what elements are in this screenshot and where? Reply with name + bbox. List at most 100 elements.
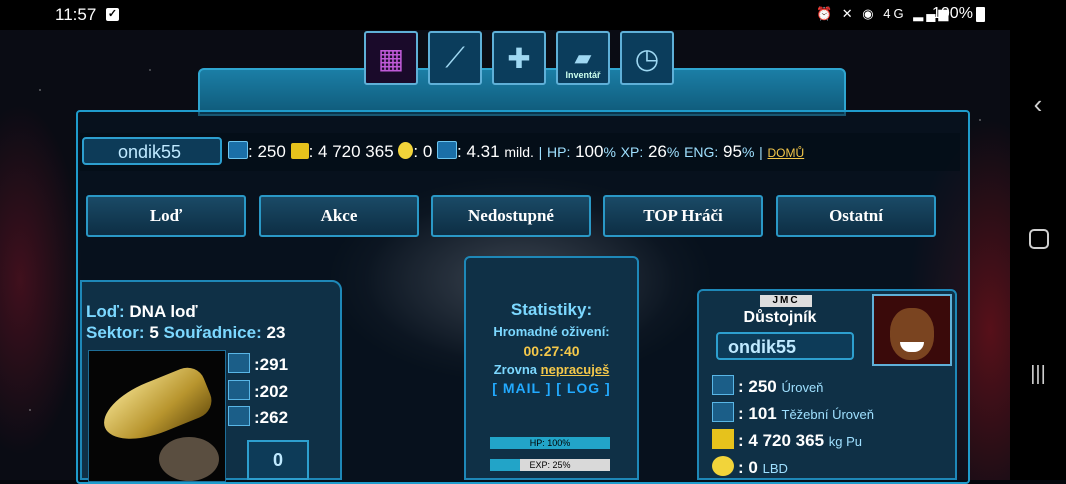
recents-icon[interactable]: ||| bbox=[1024, 360, 1052, 388]
log-link[interactable]: [ LOG ] bbox=[556, 380, 610, 396]
profile-name: ondik55 bbox=[728, 337, 797, 357]
revive-label: Hromadné oživení: bbox=[493, 324, 610, 339]
home-icon[interactable] bbox=[1029, 229, 1049, 249]
sector-value: 5 bbox=[149, 323, 159, 342]
card-icon: ▰ bbox=[574, 45, 592, 70]
percent: % bbox=[603, 144, 616, 160]
rank-title: Důstojník bbox=[743, 309, 817, 326]
exp-bar: EXP: 25% bbox=[490, 459, 610, 471]
mining-button[interactable]: ⟋ bbox=[428, 31, 482, 85]
profile-lbd: 0 bbox=[748, 458, 758, 477]
home-link[interactable]: DOMŮ bbox=[768, 146, 805, 160]
plus-icon: ✚ bbox=[507, 42, 531, 74]
coin-icon bbox=[712, 456, 734, 476]
corp-badge: JMC bbox=[760, 295, 812, 307]
zrovna-text: Zrovna bbox=[493, 362, 538, 377]
profile-name-box[interactable]: ondik55 bbox=[716, 332, 854, 360]
map-button[interactable]: ▦ bbox=[364, 31, 418, 85]
mild-unit: mild. bbox=[504, 144, 534, 160]
work-link[interactable]: nepracuješ bbox=[541, 362, 610, 377]
level-icon bbox=[228, 141, 248, 159]
cargo-box[interactable]: 0 bbox=[247, 440, 309, 480]
radiation-icon bbox=[290, 143, 309, 159]
mail-log-links: [ MAIL ] [ LOG ] bbox=[464, 380, 639, 396]
profile-level-unit: Úroveň bbox=[781, 380, 824, 395]
eng-label: ENG: bbox=[684, 144, 719, 160]
player-name: ondik55 bbox=[118, 142, 182, 162]
shield-icon bbox=[228, 380, 250, 400]
defense-stat: :202 bbox=[228, 380, 288, 402]
triangle-icon bbox=[437, 141, 458, 159]
speed-stat: :262 bbox=[228, 406, 288, 428]
profile-lbd-row: : 0 LBD bbox=[712, 456, 788, 478]
hud-coins: 0 bbox=[422, 142, 433, 161]
battery-percent: 100% bbox=[932, 5, 973, 22]
drill-icon bbox=[712, 402, 734, 422]
weapon-icon bbox=[228, 353, 250, 373]
upgrade-button[interactable]: ✚ bbox=[492, 31, 546, 85]
avatar[interactable] bbox=[872, 294, 952, 366]
profile-mining: 101 bbox=[748, 404, 777, 423]
profile-lbd-unit: LBD bbox=[762, 461, 788, 476]
android-nav-bar: ‹ ||| bbox=[1010, 30, 1066, 480]
work-status: Zrovna nepracuješ bbox=[464, 362, 639, 377]
profile-level: 250 bbox=[748, 377, 777, 396]
clock-icon: ◷ bbox=[634, 42, 660, 74]
separator: | bbox=[759, 144, 763, 160]
mail-link[interactable]: [ MAIL ] bbox=[492, 380, 551, 396]
battery-icon bbox=[976, 7, 985, 22]
gear-icon bbox=[228, 406, 250, 426]
separator: | bbox=[538, 144, 543, 160]
hud-hp: 100 bbox=[575, 142, 604, 161]
clock: 11:57 bbox=[55, 5, 97, 24]
hp-bar: HP: 100% bbox=[490, 437, 610, 449]
ship-image[interactable] bbox=[88, 350, 226, 482]
attack-stat: :291 bbox=[228, 353, 288, 375]
xp-label: XP: bbox=[620, 144, 644, 160]
tab-top-hraci[interactable]: TOP Hráči bbox=[603, 195, 763, 237]
profile-pu-row: : 4 720 365 kg Pu bbox=[712, 429, 862, 451]
history-button[interactable]: ◷ bbox=[620, 31, 674, 85]
sector-line: Sektor: 5 Souřadnice: 23 bbox=[86, 323, 285, 343]
ship-name: DNA loď bbox=[129, 302, 198, 321]
profile-pu: 4 720 365 bbox=[748, 431, 825, 450]
hp-bar-label: HP: 100% bbox=[529, 438, 571, 448]
profile-mining-row: : 101 Těžební Úroveň bbox=[712, 402, 874, 424]
tab-lod[interactable]: Loď bbox=[86, 195, 246, 237]
hud-mild: 4.31 bbox=[466, 142, 500, 161]
exp-bar-label: EXP: 25% bbox=[529, 460, 571, 470]
player-name-box[interactable]: ondik55 bbox=[82, 137, 222, 165]
defense-value: :202 bbox=[254, 382, 289, 401]
hp-label: HP: bbox=[547, 144, 571, 160]
inventory-button[interactable]: ▰ Inventář bbox=[556, 31, 610, 85]
tab-nedostupne[interactable]: Nedostupné bbox=[431, 195, 591, 237]
back-icon[interactable]: ‹ bbox=[1024, 90, 1052, 118]
ship-line: Loď: DNA loď bbox=[86, 302, 198, 322]
ship-label: Loď: bbox=[86, 302, 125, 321]
hud-xp: 26 bbox=[647, 142, 667, 161]
tab-ostatni[interactable]: Ostatní bbox=[776, 195, 936, 237]
level-icon bbox=[712, 375, 734, 395]
revive-time: 00:27:40 bbox=[523, 343, 580, 359]
notification-icon: ✓ bbox=[106, 8, 119, 21]
sector-label: Sektor: bbox=[86, 323, 145, 342]
percent: % bbox=[666, 144, 680, 160]
percent: % bbox=[741, 144, 755, 160]
exp-bar-fill bbox=[490, 459, 520, 471]
drill-icon: ⟋ bbox=[445, 41, 465, 73]
map-icon: ▦ bbox=[377, 42, 405, 74]
hud-radiation: 4 720 365 bbox=[318, 142, 394, 161]
hud-eng: 95 bbox=[723, 142, 742, 161]
profile-level-row: : 250 Úroveň bbox=[712, 375, 823, 397]
coin-icon bbox=[398, 142, 414, 159]
attack-value: :291 bbox=[254, 355, 289, 374]
profile-pu-unit: kg Pu bbox=[828, 434, 863, 449]
hud-stats: : 250 : 4 720 365 : 0 : 4.31 mild. | HP:… bbox=[228, 141, 804, 162]
speed-value: :262 bbox=[254, 408, 289, 427]
coords-label: Souřadnice: bbox=[163, 323, 262, 342]
inventory-label: Inventář bbox=[565, 70, 601, 80]
profile-mining-unit: Těžební Úroveň bbox=[781, 407, 875, 422]
radiation-icon bbox=[712, 429, 734, 449]
tab-akce[interactable]: Akce bbox=[259, 195, 419, 237]
coords-value: 23 bbox=[266, 323, 286, 342]
